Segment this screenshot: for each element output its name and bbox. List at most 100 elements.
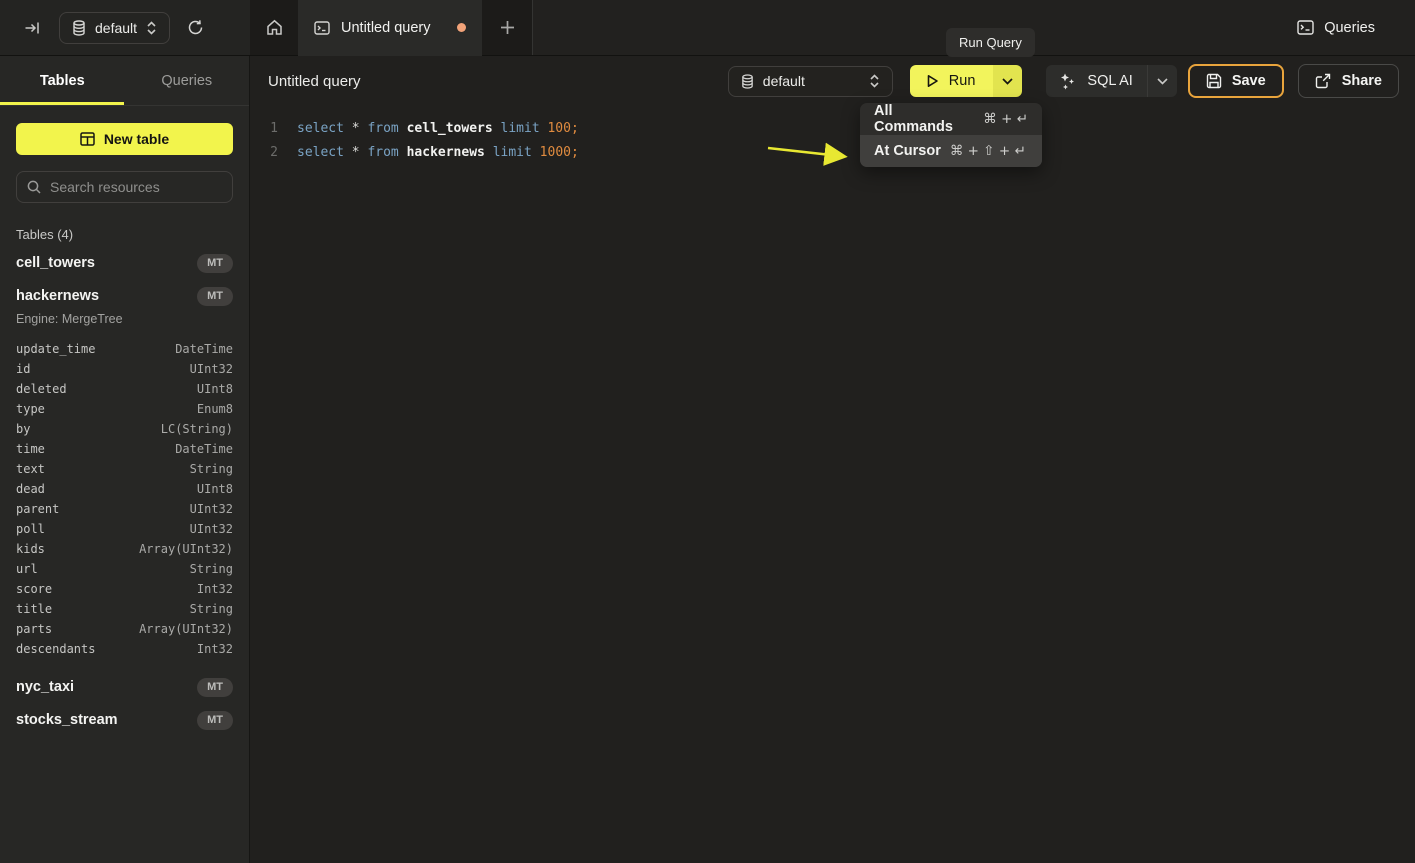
sql-ai-label: SQL AI — [1087, 73, 1132, 89]
column-row: id UInt32 — [16, 359, 233, 379]
topbar: default — [0, 0, 1415, 56]
column-row: urlString — [16, 559, 233, 579]
play-icon — [926, 74, 939, 88]
sql-ai-button[interactable]: SQL AI — [1046, 73, 1146, 90]
table-name: nyc_taxi — [16, 679, 74, 695]
share-icon — [1315, 73, 1331, 89]
run-options-button[interactable] — [993, 65, 1022, 97]
toolbar-database-selector[interactable]: default — [728, 66, 893, 97]
sidebar-tab-queries[interactable]: Queries — [125, 56, 250, 105]
column-name: parent — [16, 499, 59, 519]
chevron-updown-icon — [146, 21, 157, 35]
active-tab-underline — [0, 102, 124, 105]
save-button[interactable]: Save — [1188, 64, 1284, 98]
code-line[interactable]: 1select * from cell_towers limit 100; — [266, 116, 1415, 140]
column-type: String — [190, 559, 233, 579]
line-number: 1 — [266, 121, 278, 136]
content: Tables Queries New table — [0, 56, 1415, 863]
save-icon — [1206, 73, 1222, 89]
table-engine-badge: MT — [197, 287, 233, 306]
query-tab[interactable]: Untitled query — [298, 0, 482, 56]
table-name: cell_towers — [16, 255, 95, 271]
line-number: 2 — [266, 145, 278, 160]
run-split-button: Run — [910, 65, 1023, 97]
column-type: UInt32 — [190, 359, 233, 379]
column-type: UInt8 — [197, 479, 233, 499]
topbar-database-selector[interactable]: default — [59, 12, 170, 44]
sparkles-icon — [1059, 73, 1076, 90]
sql-ai-options-button[interactable] — [1147, 65, 1177, 97]
tab-strip: Untitled query — [250, 0, 533, 55]
table-row[interactable]: hackernewsMT — [16, 284, 233, 308]
sidebar-tab-tables[interactable]: Tables — [0, 56, 125, 105]
column-row: timeDateTime — [16, 439, 233, 459]
tab-label: Untitled query — [341, 20, 430, 36]
database-icon — [741, 74, 754, 89]
column-name: type — [16, 399, 45, 419]
column-type: DateTime — [175, 439, 233, 459]
column-row: score Int32 — [16, 579, 233, 599]
column-name: deleted — [16, 379, 67, 399]
column-row: textString — [16, 459, 233, 479]
table-row[interactable]: stocks_stream MT — [16, 708, 233, 732]
new-tab-button[interactable] — [482, 0, 532, 55]
toolbar-actions: default — [728, 64, 1399, 98]
column-name: score — [16, 579, 52, 599]
topbar-database-value: default — [95, 20, 137, 36]
column-row: pollUInt32 — [16, 519, 233, 539]
run-options-menu: All Commands⌘ + ↵At Cursor⌘ + ⇧ + ↵ — [860, 103, 1042, 167]
new-table-label: New table — [104, 131, 169, 147]
table-engine-badge: MT — [197, 711, 233, 730]
save-label: Save — [1232, 73, 1266, 89]
column-row: titleString — [16, 599, 233, 619]
main-panel: Untitled query default — [250, 56, 1415, 863]
search-icon — [27, 180, 41, 194]
column-name: parts — [16, 619, 52, 639]
column-row: dead UInt8 — [16, 479, 233, 499]
database-icon — [72, 20, 86, 36]
table-row[interactable]: cell_towersMT — [16, 251, 233, 275]
home-icon[interactable] — [266, 19, 283, 36]
column-row: kidsArray(UInt32) — [16, 539, 233, 559]
run-query-tooltip: Run Query — [946, 28, 1035, 57]
menu-item-shortcut: ⌘ + ⇧ + ↵ — [950, 143, 1026, 159]
column-row: byLC(String) — [16, 419, 233, 439]
column-name: dead — [16, 479, 45, 499]
chevron-updown-icon — [869, 74, 880, 88]
search-input[interactable] — [50, 179, 231, 195]
terminal-icon — [314, 21, 330, 35]
column-type: Enum8 — [197, 399, 233, 419]
column-row: parentUInt32 — [16, 499, 233, 519]
sql-ai-split-button[interactable]: SQL AI — [1046, 65, 1176, 97]
sidebar: Tables Queries New table — [0, 56, 250, 863]
sql-editor[interactable]: 1select * from cell_towers limit 100;2se… — [250, 106, 1415, 863]
table-row[interactable]: nyc_taxiMT — [16, 675, 233, 699]
column-type: Int32 — [197, 579, 233, 599]
table-name: stocks_stream — [16, 712, 118, 728]
table-engine-label: Engine: MergeTree — [16, 312, 233, 332]
column-type: DateTime — [175, 339, 233, 359]
column-name: text — [16, 459, 45, 479]
sidebar-body: New table Tables (4) cell_towersMThacker… — [0, 106, 249, 863]
column-row: update_timeDateTime — [16, 339, 233, 359]
query-toolbar: Untitled query default — [250, 56, 1415, 106]
column-name: by — [16, 419, 30, 439]
share-button[interactable]: Share — [1298, 64, 1399, 98]
queries-label: Queries — [1324, 20, 1375, 36]
code-line[interactable]: 2select * from hackernews limit 1000; — [266, 140, 1415, 164]
run-menu-item[interactable]: All Commands⌘ + ↵ — [860, 103, 1042, 135]
run-menu-item[interactable]: At Cursor⌘ + ⇧ + ↵ — [860, 135, 1042, 167]
column-name: kids — [16, 539, 45, 559]
app-root: default — [0, 0, 1415, 863]
tables-section-header: Tables (4) — [16, 227, 233, 242]
column-row: deletedUInt8 — [16, 379, 233, 399]
table-icon — [80, 132, 95, 146]
queries-terminal-icon — [1297, 20, 1314, 35]
column-name: id — [16, 359, 30, 379]
queries-button[interactable]: Queries — [1297, 20, 1375, 36]
run-button[interactable]: Run — [910, 65, 994, 97]
refresh-icon[interactable] — [187, 19, 204, 36]
search-box — [16, 171, 233, 203]
collapse-sidebar-icon[interactable] — [24, 20, 40, 36]
new-table-button[interactable]: New table — [16, 123, 233, 155]
